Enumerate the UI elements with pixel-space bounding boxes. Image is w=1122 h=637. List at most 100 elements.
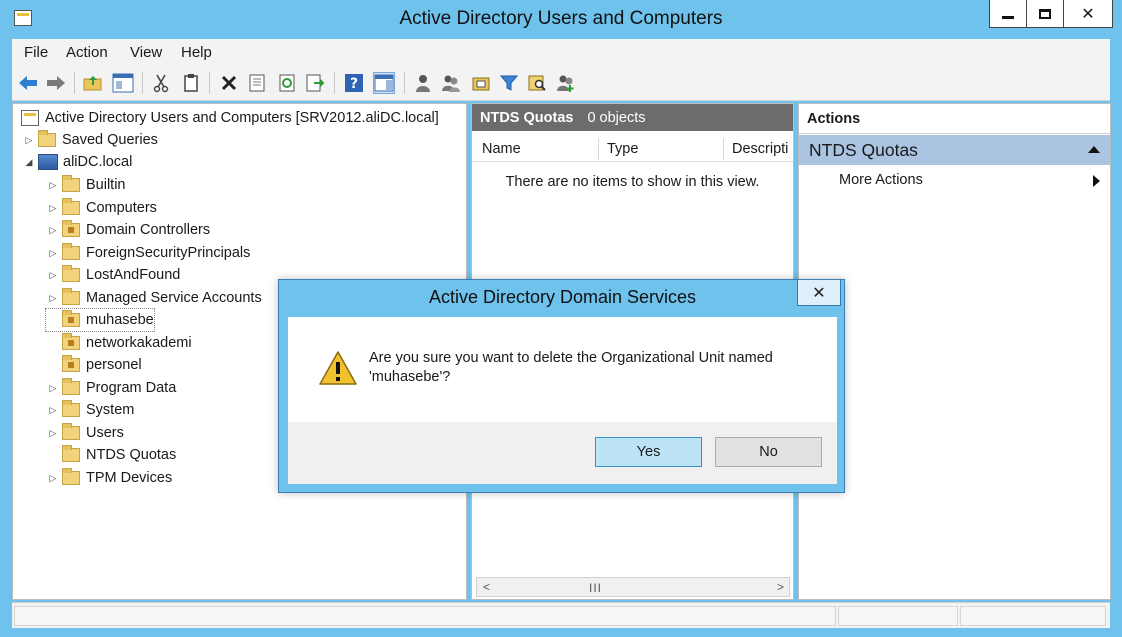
warning-icon (319, 350, 357, 386)
tree-item-tpm-devices[interactable]: ▷ TPM Devices (46, 467, 172, 489)
expand-arrow-icon[interactable]: ▷ (46, 248, 60, 259)
expand-arrow-icon[interactable]: ▷ (46, 225, 60, 236)
minimize-button[interactable] (989, 0, 1027, 28)
tree-item-networkakademi[interactable]: networkakademi (46, 332, 192, 354)
collapse-arrow-icon[interactable]: ◢ (22, 157, 36, 168)
tree-item-muhasebe[interactable]: muhasebe (45, 308, 155, 332)
tree-item-managed-service-accounts[interactable]: ▷ Managed Service Accounts (46, 287, 262, 309)
column-type[interactable]: Type (607, 141, 638, 157)
tree-item-ntds-quotas[interactable]: NTDS Quotas (46, 444, 176, 466)
up-folder-icon[interactable] (82, 72, 104, 94)
menu-view[interactable]: View (130, 44, 162, 61)
collapse-caret-icon[interactable] (1088, 146, 1100, 153)
tree-item-builtin[interactable]: ▷ Builtin (46, 174, 126, 196)
ou-folder-icon (62, 333, 80, 350)
tree-item-label: Managed Service Accounts (86, 290, 262, 306)
show-hide-console-tree-icon[interactable] (112, 72, 134, 94)
properties-icon[interactable] (246, 72, 268, 94)
forward-icon[interactable] (45, 72, 67, 94)
tree-item-saved-queries[interactable]: ▷ Saved Queries (22, 129, 158, 151)
tree-item-program-data[interactable]: ▷ Program Data (46, 377, 176, 399)
results-header-title: NTDS Quotas (480, 109, 574, 126)
status-cell-main (14, 606, 836, 626)
tree-item-label: LostAndFound (86, 267, 181, 283)
filter-icon[interactable] (498, 72, 520, 94)
tree-item-domain-controllers[interactable]: ▷ Domain Controllers (46, 219, 210, 241)
tree-item-label: Domain Controllers (86, 222, 211, 238)
status-bar (12, 602, 1110, 628)
expand-arrow-icon[interactable]: ▷ (46, 180, 60, 191)
dialog-message-line1: Are you sure you want to delete the Orga… (369, 350, 773, 366)
scroll-left-arrow-icon[interactable]: < (483, 580, 490, 594)
tree-item-computers[interactable]: ▷ Computers (46, 197, 157, 219)
expand-arrow-icon[interactable]: ▷ (46, 473, 60, 484)
add-to-group-icon[interactable] (555, 72, 577, 94)
submenu-arrow-icon[interactable] (1093, 175, 1100, 187)
dialog-message: Are you sure you want to delete the Orga… (369, 349, 809, 387)
title-bar[interactable]: Active Directory Users and Computers ✕ (0, 0, 1122, 38)
expand-arrow-icon[interactable]: ▷ (46, 405, 60, 416)
help-icon[interactable]: ? (343, 72, 365, 94)
column-headers: Name Type Descripti (472, 136, 793, 162)
ou-folder-icon (62, 355, 80, 372)
maximize-button[interactable] (1026, 0, 1064, 28)
menu-action[interactable]: Action (66, 44, 108, 61)
column-name[interactable]: Name (482, 141, 521, 157)
cut-icon[interactable] (150, 72, 172, 94)
tree-root[interactable]: Active Directory Users and Computers [SR… (17, 107, 439, 129)
horizontal-scrollbar[interactable]: < III > (476, 577, 790, 597)
action-pane-icon[interactable] (373, 72, 395, 94)
actions-section-label: NTDS Quotas (809, 140, 918, 160)
expand-arrow-icon[interactable]: ▷ (46, 293, 60, 304)
new-group-icon[interactable] (440, 72, 462, 94)
menu-help[interactable]: Help (181, 44, 212, 61)
no-button[interactable]: No (715, 437, 822, 467)
results-header-count: 0 objects (587, 109, 646, 126)
maximize-icon (1039, 8, 1051, 19)
expand-arrow-icon[interactable]: ▷ (46, 203, 60, 214)
folder-icon (62, 445, 80, 462)
actions-section-header[interactable]: NTDS Quotas (799, 135, 1110, 165)
snapin-icon (21, 110, 39, 126)
new-user-icon[interactable] (412, 72, 434, 94)
menu-file[interactable]: File (24, 44, 48, 61)
expand-arrow-icon[interactable]: ▷ (46, 270, 60, 281)
domain-icon (38, 154, 58, 170)
folder-icon (62, 468, 80, 485)
tree-item-system[interactable]: ▷ System (46, 399, 134, 421)
folder-icon (38, 130, 56, 147)
refresh-icon[interactable] (276, 72, 298, 94)
tree-item-label: Saved Queries (62, 132, 158, 148)
copy-icon[interactable] (180, 72, 202, 94)
scroll-thumb[interactable]: III (589, 581, 602, 595)
scroll-right-arrow-icon[interactable]: > (777, 580, 784, 594)
tree-item-users[interactable]: ▷ Users (46, 422, 124, 444)
expand-arrow-icon[interactable]: ▷ (46, 383, 60, 394)
back-icon[interactable] (17, 72, 39, 94)
folder-icon (62, 288, 80, 305)
tree-item-lostandfound[interactable]: ▷ LostAndFound (46, 264, 180, 286)
folder-icon (62, 423, 80, 440)
menu-bar: File Action View Help (12, 39, 1110, 65)
tree-item-label: networkakademi (86, 335, 192, 351)
expand-arrow-icon[interactable]: ▷ (22, 135, 36, 146)
dialog-close-button[interactable]: ✕ (797, 280, 841, 306)
folder-icon (62, 265, 80, 282)
folder-icon (62, 198, 80, 215)
tree-item-domain[interactable]: ◢ aliDC.local (22, 151, 132, 173)
tree-item-label: aliDC.local (63, 154, 133, 170)
new-ou-icon[interactable] (470, 72, 492, 94)
yes-button[interactable]: Yes (595, 437, 702, 467)
expand-arrow-icon[interactable]: ▷ (46, 428, 60, 439)
delete-icon[interactable] (218, 72, 240, 94)
close-button[interactable]: ✕ (1063, 0, 1113, 28)
more-actions-link[interactable]: More Actions (839, 172, 923, 188)
export-list-icon[interactable] (304, 72, 326, 94)
tree-item-personel[interactable]: personel (46, 354, 142, 376)
tree-item-foreignsecurityprincipals[interactable]: ▷ ForeignSecurityPrincipals (46, 242, 250, 264)
ou-folder-icon (62, 220, 80, 237)
column-description[interactable]: Descripti (732, 141, 788, 157)
tree-item-label: muhasebe (86, 312, 154, 328)
tree-item-label: ForeignSecurityPrincipals (86, 245, 251, 261)
find-icon[interactable] (526, 72, 548, 94)
